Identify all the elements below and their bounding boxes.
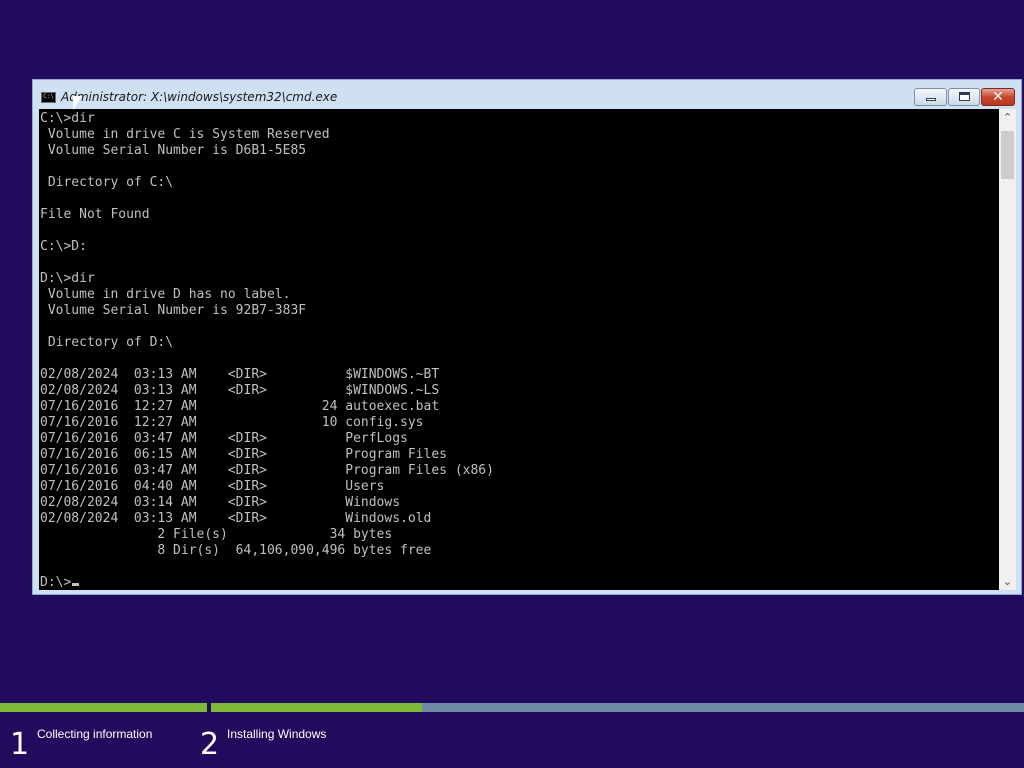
minimize-icon: [926, 98, 936, 101]
step-number: 1: [10, 727, 30, 762]
minimize-button[interactable]: [914, 88, 947, 106]
progress-fill-collecting-information: [0, 703, 207, 712]
scroll-down-icon[interactable]: ⌄: [999, 573, 1016, 590]
console-line: File Not Found: [40, 207, 150, 222]
console-line: Directory of C:\: [47, 175, 174, 190]
console-line: 02/08/2024 03:13 AM <DIR> $WINDOWS.~LS: [40, 383, 440, 398]
step-label: Installing Windows: [227, 727, 327, 741]
console-output[interactable]: C:\>dir Volume in drive C is System Rese…: [39, 109, 999, 590]
console-line: D:\>dir: [40, 271, 95, 286]
maximize-icon: [959, 92, 970, 101]
vertical-scrollbar[interactable]: ⌃ ⌄: [999, 109, 1016, 590]
console-line: 07/16/2016 06:15 AM <DIR> Program Files: [40, 447, 447, 462]
scrollbar-thumb[interactable]: [1001, 131, 1014, 179]
console-line: Volume in drive D has no label.: [47, 287, 291, 302]
cmd-window[interactable]: Administrator: X:\windows\system32\cmd.e…: [32, 79, 1022, 595]
scroll-up-icon[interactable]: ⌃: [999, 109, 1016, 126]
close-icon: ✕: [992, 89, 1004, 105]
progress-fill-installing-windows: [211, 703, 423, 712]
console-line: 07/16/2016 03:47 AM <DIR> PerfLogs: [40, 431, 408, 446]
console-line: C:\>D:: [40, 239, 87, 254]
mouse-pointer-icon: [73, 96, 82, 110]
command-prompt-icon[interactable]: [41, 92, 56, 103]
console-line: 07/16/2016 03:47 AM <DIR> Program Files …: [40, 463, 494, 478]
step-number: 2: [200, 727, 220, 762]
command-prompt: D:\>: [40, 575, 72, 590]
console-line: Volume Serial Number is D6B1-5E85: [47, 143, 307, 158]
console-line: 02/08/2024 03:13 AM <DIR> Windows.old: [40, 511, 432, 526]
window-title: Administrator: X:\windows\system32\cmd.e…: [61, 90, 338, 104]
console-line: 02/08/2024 03:13 AM <DIR> $WINDOWS.~BT: [40, 367, 440, 382]
step-label: Collecting information: [37, 727, 153, 741]
console-line: Volume in drive C is System Reserved: [47, 127, 330, 142]
console-line: 2 File(s) 34 bytes: [157, 527, 393, 542]
close-button[interactable]: ✕: [981, 88, 1015, 106]
console-lines: C:\>dir Volume in drive C is System Rese…: [40, 111, 494, 558]
console-line: Volume Serial Number is 92B7-383F: [47, 303, 307, 318]
console-line: 07/16/2016 12:27 AM 10 config.sys: [40, 415, 424, 430]
console-line: 02/08/2024 03:14 AM <DIR> Windows: [40, 495, 401, 510]
title-bar[interactable]: Administrator: X:\windows\system32\cmd.e…: [33, 80, 1021, 109]
console-line: 07/16/2016 04:40 AM <DIR> Users: [40, 479, 385, 494]
progress-bar-collecting-information: [0, 703, 207, 712]
console-text: C:\>dir Volume in drive C is System Rese…: [39, 109, 999, 590]
maximize-button[interactable]: [948, 88, 980, 106]
console-line: C:\>dir: [40, 111, 95, 126]
console-line: 8 Dir(s) 64,106,090,496 bytes free: [157, 543, 432, 558]
progress-bar-installing-windows: [211, 703, 1024, 712]
console-line: 07/16/2016 12:27 AM 24 autoexec.bat: [40, 399, 440, 414]
console-line: Directory of D:\: [47, 335, 174, 350]
text-cursor: [72, 583, 80, 586]
